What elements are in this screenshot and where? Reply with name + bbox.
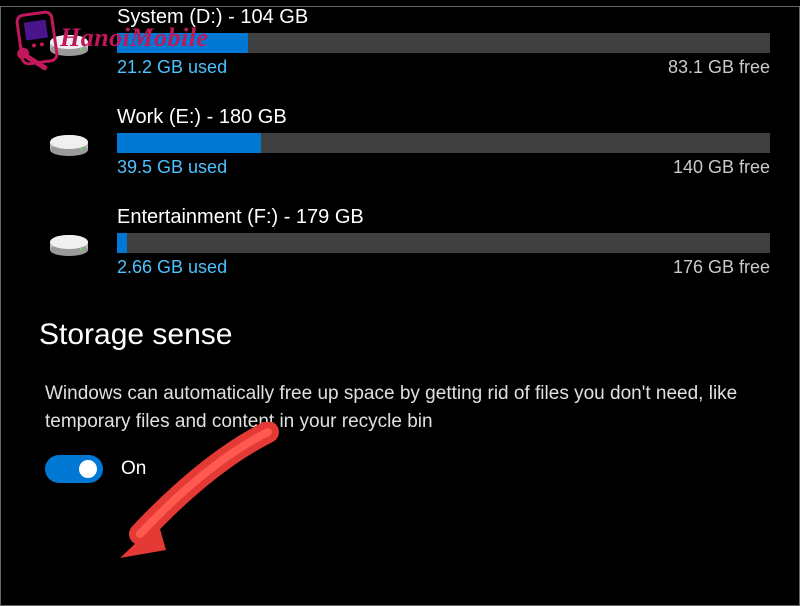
usage-bar-fill xyxy=(117,133,261,153)
drive-title: Work (E:) - 180 GB xyxy=(117,106,770,129)
drive-row-work[interactable]: Work (E:) - 180 GB 39.5 GB used 140 GB f… xyxy=(45,106,770,178)
drive-used: 2.66 GB used xyxy=(117,257,227,278)
usage-bar-fill xyxy=(117,33,248,53)
drive-icon xyxy=(45,134,93,156)
toggle-knob xyxy=(79,460,97,478)
drive-row-entertainment[interactable]: Entertainment (F:) - 179 GB 2.66 GB used… xyxy=(45,206,770,278)
storage-sense-toggle[interactable] xyxy=(45,455,103,483)
drive-icon xyxy=(45,234,93,256)
drive-free: 83.1 GB free xyxy=(668,57,770,78)
drive-used: 21.2 GB used xyxy=(117,57,227,78)
usage-bar xyxy=(117,233,770,253)
toggle-label: On xyxy=(121,458,146,480)
usage-bar xyxy=(117,133,770,153)
section-description: Windows can automatically free up space … xyxy=(45,380,770,435)
drive-title: Entertainment (F:) - 179 GB xyxy=(117,206,770,229)
drive-free: 176 GB free xyxy=(673,257,770,278)
usage-bar-fill xyxy=(117,233,127,253)
section-heading-storage-sense: Storage sense xyxy=(39,318,770,352)
drive-used: 39.5 GB used xyxy=(117,157,227,178)
usage-bar xyxy=(117,33,770,53)
drive-row-system[interactable]: System (D:) - 104 GB 21.2 GB used 83.1 G… xyxy=(45,6,770,78)
drive-free: 140 GB free xyxy=(673,157,770,178)
drive-title: System (D:) - 104 GB xyxy=(117,6,770,29)
drive-icon xyxy=(45,34,93,56)
